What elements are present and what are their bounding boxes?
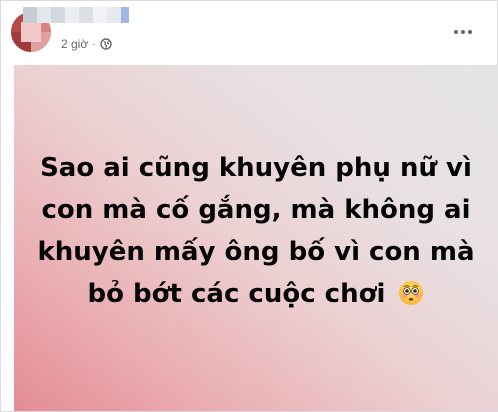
post-meta: 2 giờ · [61,37,112,51]
post-time[interactable]: 2 giờ [61,37,88,51]
facebook-post: 2 giờ · Sao ai cũng khuyên phụ nữ vì con… [0,0,498,412]
status-background: Sao ai cũng khuyên phụ nữ vì con mà cố g… [14,65,498,411]
more-options-icon[interactable] [451,23,475,41]
post-header: 2 giờ · [1,1,498,63]
flushed-face-icon [399,281,424,305]
author-name-pixelated[interactable] [23,7,129,23]
public-globe-icon[interactable] [99,38,112,50]
meta-separator: · [92,38,96,50]
status-text-block: Sao ai cũng khuyên phụ nữ vì con mà cố g… [26,147,486,315]
